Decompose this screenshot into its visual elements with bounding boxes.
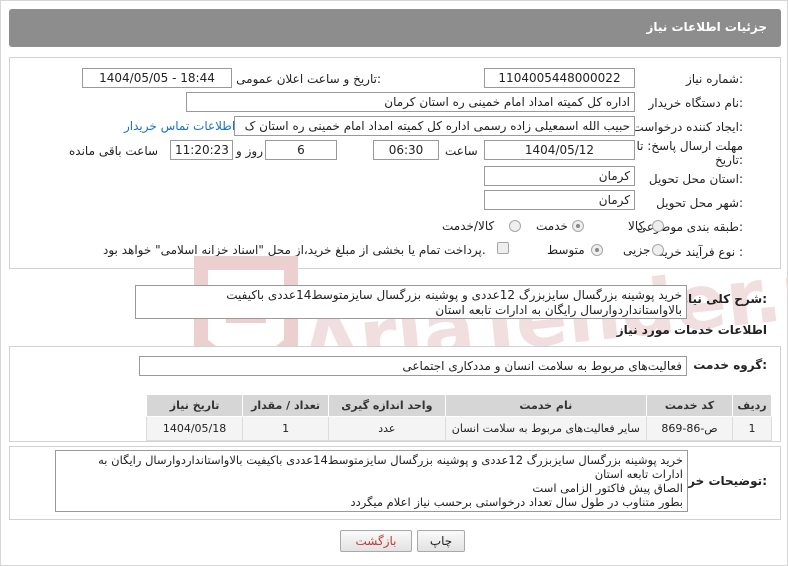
table-row[interactable]: 1 ص-86-869 سایر فعالیت‌های مربوط به سلام…: [145, 416, 773, 441]
category-goods-service-radio[interactable]: [509, 220, 521, 232]
cell-need-date: 1404/05/18: [145, 416, 244, 441]
days-label: روز و: [236, 144, 263, 158]
city-label: شهر محل تحویل:: [656, 196, 743, 210]
buyer-notes-line: الصاق پیش فاکتور الزامی است: [532, 481, 683, 495]
cell-service-code: ص-86-869: [646, 416, 733, 441]
buyer-org-label: نام دستگاه خریدار:: [648, 96, 744, 110]
col-quantity: تعداد / مقدار: [242, 394, 330, 417]
announce-datetime-field[interactable]: 1404/05/05 - 18:44: [82, 68, 232, 88]
back-button[interactable]: بازگشت: [340, 530, 412, 552]
page-title: جزئیات اطلاعات نیاز: [646, 20, 767, 34]
summary-textarea[interactable]: خرید پوشینه بزرگسال سایزبزرگ 12عددی و پو…: [135, 285, 687, 319]
deadline-date-label: تاریخ:: [715, 153, 743, 167]
deadline-time-label: ساعت: [445, 144, 478, 158]
cell-unit: عدد: [328, 416, 446, 441]
summary-text: خرید پوشینه بزرگسال سایزبزرگ 12عددی و پو…: [226, 288, 682, 317]
category-service-radio[interactable]: [572, 220, 584, 232]
services-table: ردیف کد خدمت نام خدمت واحد اندازه گیری ت…: [145, 394, 773, 441]
buyer-org-field[interactable]: اداره کل کمیته امداد امام خمینی ره استان…: [186, 92, 635, 112]
province-label: استان محل تحویل:: [648, 172, 743, 186]
category-service-label: خدمت: [536, 219, 568, 233]
col-service-code: کد خدمت: [646, 394, 733, 417]
category-goods-radio[interactable]: [652, 220, 664, 232]
buyer-notes-line: خرید پوشینه بزرگسال سایزبزرگ 12عددی و پو…: [98, 453, 683, 467]
announce-label: تاریخ و ساعت اعلان عمومی:: [236, 72, 381, 86]
remaining-time-field[interactable]: 11:20:23: [170, 140, 233, 160]
deadline-date-field[interactable]: 1404/05/12: [484, 140, 635, 160]
buyer-notes-line: ادارات تابعه استان: [594, 467, 683, 481]
col-row-number: ردیف: [731, 394, 773, 417]
page-frame: جزئیات اطلاعات نیاز شماره نیاز: 11040054…: [0, 0, 788, 566]
creator-label: ایجاد کننده درخواست:: [632, 120, 743, 134]
col-service-name: نام خدمت: [444, 394, 648, 417]
city-field[interactable]: کرمان: [484, 190, 635, 210]
category-goods-service-label: کالا/خدمت: [442, 219, 495, 233]
remaining-label: ساعت باقی مانده: [69, 144, 159, 158]
print-button[interactable]: چاپ: [417, 530, 465, 552]
buyer-notes-textarea[interactable]: خرید پوشینه بزرگسال سایزبزرگ 12عددی و پو…: [55, 450, 688, 512]
cell-row-number: 1: [731, 416, 773, 441]
cell-quantity: 1: [242, 416, 330, 441]
table-header-row: ردیف کد خدمت نام خدمت واحد اندازه گیری ت…: [145, 394, 773, 417]
category-goods-label: کالا: [628, 219, 645, 233]
col-unit: واحد اندازه گیری: [328, 394, 446, 417]
summary-label: شرح کلی نیاز:: [681, 292, 767, 306]
buyer-notes-line: بطور متناوب در طول سال تعداد درخواستی بر…: [350, 495, 683, 509]
services-title: اطلاعات خدمات مورد نیاز: [616, 323, 767, 337]
col-need-date: تاریخ نیاز: [145, 394, 244, 417]
days-field[interactable]: 6: [265, 140, 337, 160]
need-number-label: شماره نیاز:: [685, 72, 743, 86]
title-bar: جزئیات اطلاعات نیاز: [9, 9, 781, 47]
cell-service-name: سایر فعالیت‌های مربوط به سلامت انسان: [444, 416, 648, 441]
need-number-field[interactable]: 1104005448000022: [484, 68, 635, 88]
deadline-time-field[interactable]: 06:30: [373, 140, 439, 160]
service-group-label: گروه خدمت:: [693, 358, 767, 372]
service-group-field[interactable]: فعالیت‌های مربوط به سلامت انسان و مددکار…: [139, 356, 687, 376]
deadline-label: مهلت ارسال پاسخ: تا: [636, 139, 743, 153]
creator-field[interactable]: حبیب الله اسمعیلی زاده رسمی اداره کل کمی…: [234, 116, 635, 136]
buyer-contact-link[interactable]: اطلاعات تماس خریدار: [124, 119, 235, 133]
province-field[interactable]: کرمان: [484, 166, 635, 186]
